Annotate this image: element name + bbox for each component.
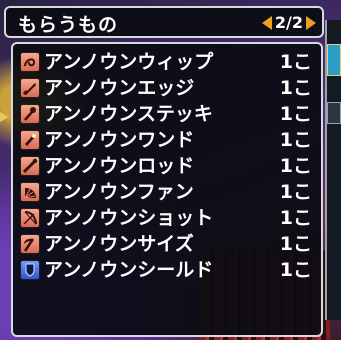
list-item[interactable]: アンノウンエッジ 1こ [20, 76, 316, 102]
item-quantity: 1こ [279, 207, 312, 229]
list-item[interactable]: アンノウンショット 1こ [20, 206, 316, 232]
window-title: もらうもの [18, 14, 119, 36]
item-name: アンノウンシールド [44, 259, 214, 281]
list-item[interactable]: アンノウンステッキ 1こ [20, 102, 316, 128]
item-quantity: 1こ [279, 259, 312, 281]
list-item[interactable]: アンノウンシールド 1こ [20, 258, 316, 284]
reward-item-list: アンノウンウィップ 1こ アンノウンエッジ 1こ アンノウンステッキ 1こ アン… [11, 42, 323, 337]
rod-icon [20, 156, 40, 176]
item-quantity: 1こ [279, 181, 312, 203]
page-prev-arrow-icon[interactable] [261, 15, 272, 30]
item-quantity: 1こ [279, 77, 312, 99]
page-next-arrow-icon[interactable] [306, 15, 316, 30]
item-name: アンノウンステッキ [44, 103, 213, 125]
list-item[interactable]: アンノウンウィップ 1こ [20, 50, 316, 76]
edge-icon [20, 78, 40, 98]
item-quantity: 1こ [279, 129, 312, 151]
whip-icon [20, 52, 40, 72]
list-item[interactable]: アンノウンワンド 1こ [20, 128, 316, 154]
list-item[interactable]: アンノウンロッド 1こ [20, 154, 316, 180]
item-name: アンノウンサイズ [44, 233, 194, 255]
item-quantity: 1こ [279, 51, 312, 73]
item-quantity: 1こ [279, 233, 312, 255]
scythe-icon [20, 234, 40, 254]
item-name: アンノウンファン [44, 181, 194, 203]
stick-icon [20, 104, 40, 124]
page-selector: 2/2 [261, 13, 316, 32]
bow-icon [20, 208, 40, 228]
item-name: アンノウンショット [44, 207, 214, 229]
page-indicator: 2/2 [274, 13, 303, 32]
side-panel-badge [327, 44, 341, 76]
side-panel-tab [327, 102, 341, 124]
item-name: アンノウンウィップ [44, 51, 214, 73]
item-quantity: 1こ [279, 103, 312, 125]
list-item[interactable]: アンノウンファン 1こ [20, 180, 316, 206]
item-name: アンノウンロッド [44, 155, 195, 177]
fan-icon [20, 182, 40, 202]
wand-icon [20, 130, 40, 150]
shield-icon [20, 260, 40, 280]
list-item[interactable]: アンノウンサイズ 1こ [20, 232, 316, 258]
window-title-bar: もらうもの 2/2 [4, 6, 324, 38]
item-name: アンノウンエッジ [44, 77, 195, 99]
cursor-pointer-icon [0, 112, 9, 122]
item-quantity: 1こ [279, 155, 312, 177]
item-name: アンノウンワンド [44, 129, 195, 151]
